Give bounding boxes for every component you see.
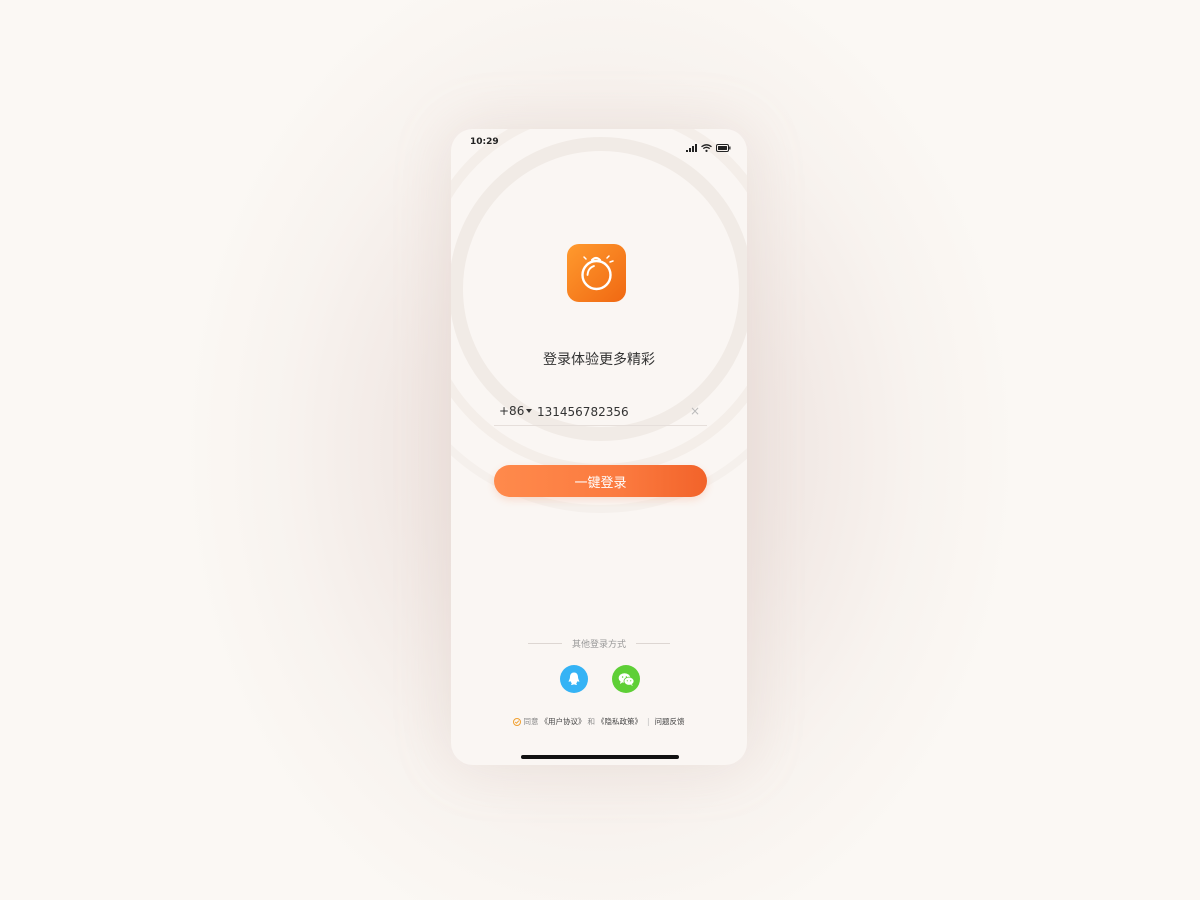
country-code-select[interactable]: +86: [499, 404, 533, 418]
home-indicator: [521, 755, 679, 759]
login-headline: 登录体验更多精彩: [543, 352, 655, 368]
background-rings: [451, 129, 747, 513]
caret-down-icon: [526, 409, 533, 413]
feedback-link[interactable]: 问题反馈: [655, 716, 685, 727]
phone-frame: 10:29 登录体验更多精彩 +86 131456782356 × 一键登录 其…: [451, 129, 747, 765]
qq-login-button[interactable]: [560, 665, 588, 693]
other-login-divider: 其他登录方式: [451, 636, 747, 650]
agree-checkbox[interactable]: [513, 717, 522, 726]
agreement-conjunction: 和: [587, 717, 595, 726]
qq-icon: [568, 672, 580, 685]
phone-number-input[interactable]: [537, 401, 687, 423]
other-login-label: 其他登录方式: [571, 639, 626, 650]
wechat-login-button[interactable]: [612, 665, 640, 693]
status-icons: [686, 137, 731, 156]
one-click-login-button[interactable]: 一键登录: [494, 465, 707, 497]
battery-icon: [716, 137, 731, 156]
clear-icon[interactable]: ×: [690, 404, 700, 418]
privacy-policy-link[interactable]: 《隐私政策》: [597, 716, 642, 727]
agreement-separator: |: [646, 717, 650, 726]
user-agreement-link[interactable]: 《用户协议》: [540, 716, 585, 727]
app-logo: [567, 244, 626, 302]
wechat-icon: [618, 672, 634, 686]
agreement-row: 同意 《用户协议》 和 《隐私政策》 | 问题反馈: [451, 716, 747, 727]
orange-fruit-icon: [581, 255, 614, 291]
status-time: 10:29: [470, 137, 499, 147]
wifi-icon: [701, 137, 712, 156]
agreement-prefix: 同意: [523, 717, 539, 726]
divider-line-left: [527, 642, 562, 644]
country-code-label: +86: [499, 404, 525, 418]
signal-icon: [686, 137, 697, 156]
phone-number-row: +86 ×: [494, 401, 707, 426]
check-icon: [515, 719, 520, 724]
divider-line-right: [636, 642, 670, 644]
status-bar: 10:29: [451, 129, 747, 155]
